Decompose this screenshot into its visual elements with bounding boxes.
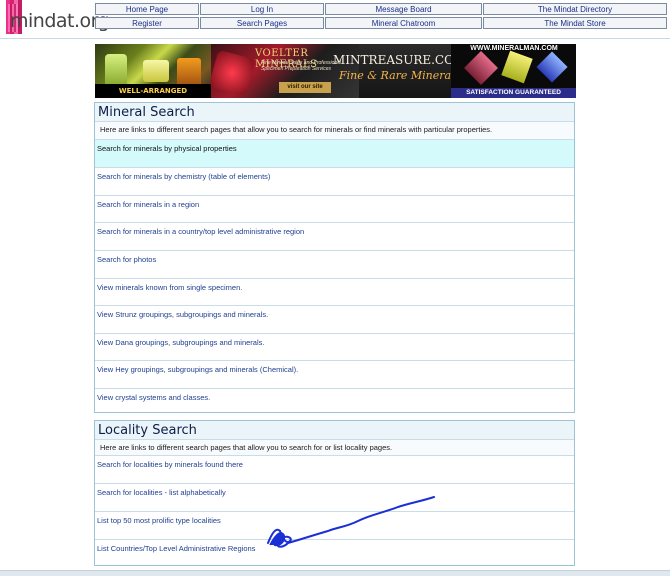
search-link[interactable]: View Dana groupings, subgroupings and mi… [97, 338, 264, 347]
ad-mintreasure: MINTREASURE.COM Fine & Rare Minerals [333, 44, 466, 98]
panel-title: Mineral Search [95, 103, 574, 122]
list-item[interactable]: Search for photos [95, 250, 574, 278]
ad-well-arranged-molecules: WELL-ARRANGED MOLECULES [95, 44, 211, 98]
ad-url: WWW.MINERALMAN.COM [470, 45, 558, 52]
search-link[interactable]: List top 50 most prolific type localitie… [97, 516, 221, 525]
crystal-image [208, 49, 256, 97]
ad-tagline: Fine & Rare Minerals [339, 69, 461, 82]
list-item[interactable]: Search for minerals by physical properti… [95, 139, 574, 167]
list-item[interactable]: Search for minerals in a country/top lev… [95, 222, 574, 250]
search-link[interactable]: View Strunz groupings, subgroupings and … [97, 310, 268, 319]
nav-search-pages[interactable]: Search Pages [200, 17, 324, 29]
panel-description: Here are links to different search pages… [100, 443, 393, 452]
search-link[interactable]: Search for localities - list alphabetica… [97, 488, 226, 497]
list-item[interactable]: View Hey groupings, subgroupings and min… [95, 360, 574, 388]
search-link[interactable]: View crystal systems and classes. [97, 393, 210, 402]
ad-mineralman: WWW.MINERALMAN.COM SATISFACTION GUARANTE… [451, 44, 576, 98]
nav-mindat-directory[interactable]: The Mindat Directory [483, 3, 667, 15]
list-item[interactable]: List top 50 most prolific type localitie… [95, 511, 574, 539]
list-item[interactable]: View Strunz groupings, subgroupings and … [95, 305, 574, 333]
search-link[interactable]: View minerals known from single specimen… [97, 283, 242, 292]
nav-message-board[interactable]: Message Board [325, 3, 482, 15]
mineral-search-panel: Mineral Search Here are links to differe… [94, 102, 575, 413]
list-item[interactable]: Search for localities by minerals found … [95, 455, 574, 483]
gem-image [536, 51, 568, 83]
header-divider [0, 38, 670, 39]
nav-log-in[interactable]: Log In [200, 3, 324, 15]
list-item[interactable]: Search for localities - list alphabetica… [95, 483, 574, 511]
ad-visit-button[interactable]: visit our site [279, 82, 331, 93]
header: mindat.org Home Page Log In Message Boar… [0, 0, 670, 40]
panel-title: Locality Search [95, 421, 574, 440]
list-item[interactable]: List Countries/Top Level Administrative … [95, 539, 574, 565]
crystal-image [143, 60, 169, 82]
list-item[interactable]: View crystal systems and classes. [95, 388, 574, 412]
list-item[interactable]: View Dana groupings, subgroupings and mi… [95, 333, 574, 360]
search-link[interactable]: Search for photos [97, 255, 156, 264]
footer-divider [0, 570, 670, 576]
gem-image [501, 50, 533, 84]
list-item[interactable]: View minerals known from single specimen… [95, 278, 574, 305]
nav-register[interactable]: Register [95, 17, 199, 29]
nav-home-page[interactable]: Home Page [95, 3, 199, 15]
advertisement-banner[interactable]: WELL-ARRANGED MOLECULES VOELTER MINERALS… [95, 44, 576, 98]
search-link[interactable]: Search for minerals by physical properti… [97, 144, 237, 153]
ad-tagline: SATISFACTION GUARANTEED [451, 88, 576, 98]
nav-mineral-chatroom[interactable]: Mineral Chatroom [325, 17, 482, 29]
search-link[interactable]: List Countries/Top Level Administrative … [97, 544, 255, 553]
nav-mindat-store[interactable]: The Mindat Store [483, 17, 667, 29]
list-item[interactable]: Search for minerals in a region [95, 195, 574, 222]
mindat-logo[interactable]: mindat.org [2, 0, 110, 36]
panel-description: Here are links to different search pages… [100, 125, 493, 134]
search-link[interactable]: Search for minerals by chemistry (table … [97, 172, 270, 181]
gem-image [464, 51, 498, 85]
search-link[interactable]: View Hey groupings, subgroupings and min… [97, 365, 298, 374]
search-link[interactable]: Search for minerals in a region [97, 200, 199, 209]
search-link[interactable]: Search for minerals in a country/top lev… [97, 227, 304, 236]
locality-search-panel: Locality Search Here are links to differ… [94, 420, 575, 566]
search-link[interactable]: Search for localities by minerals found … [97, 460, 243, 469]
ad-label: WELL-ARRANGED MOLECULES [95, 84, 211, 98]
list-item[interactable]: Search for minerals by chemistry (table … [95, 167, 574, 195]
